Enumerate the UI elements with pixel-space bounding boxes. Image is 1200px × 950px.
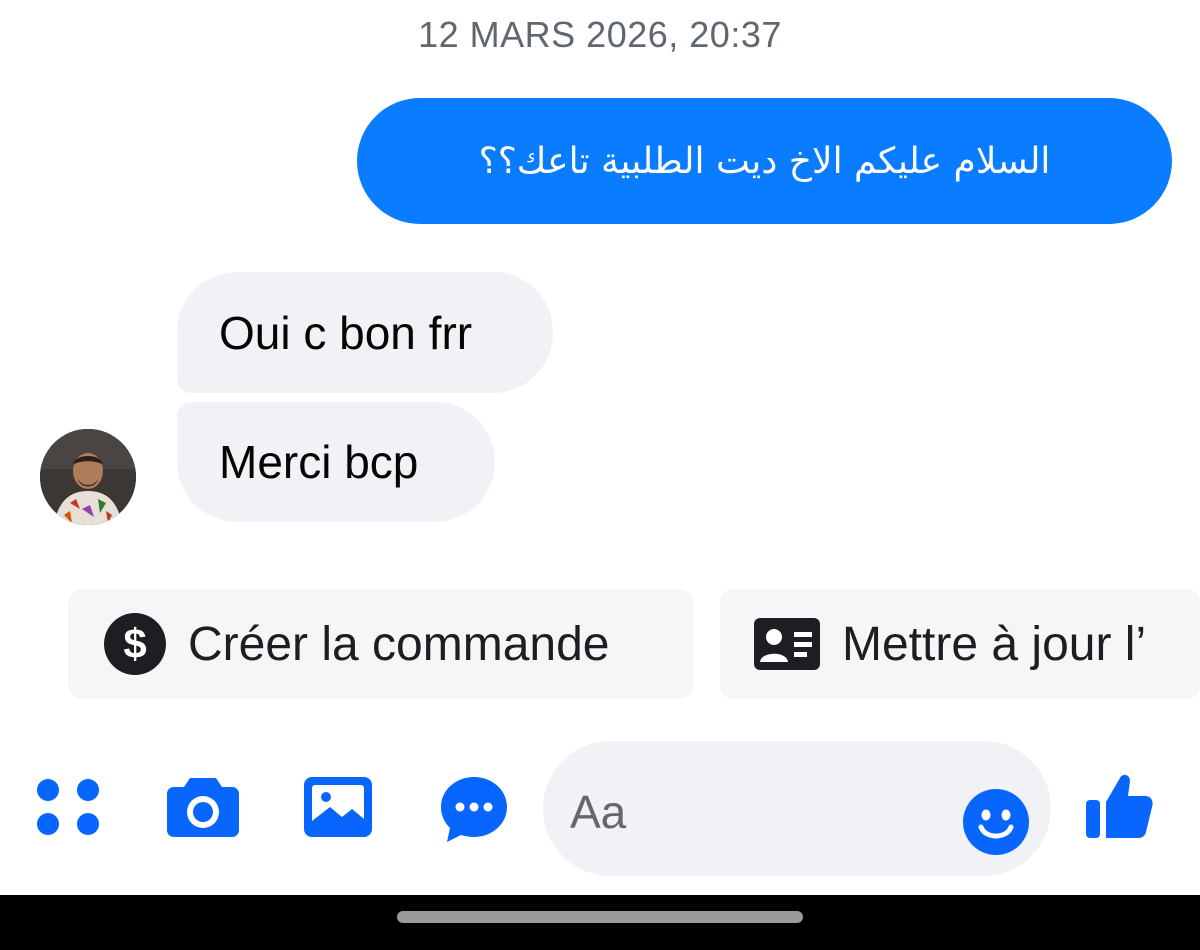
conversation-timestamp: 12 MARS 2026, 20:37 xyxy=(418,14,782,55)
emoji-icon[interactable] xyxy=(963,789,1029,855)
apps-grid-icon[interactable] xyxy=(36,777,100,837)
create-order-label: Créer la commande xyxy=(188,617,610,671)
incoming-message-bubble[interactable]: Merci bcp xyxy=(177,402,495,522)
update-contact-button[interactable]: Mettre à jour l’ xyxy=(720,589,1200,699)
message-input[interactable]: Aa xyxy=(543,741,1051,876)
thumbs-up-icon[interactable] xyxy=(1084,770,1154,840)
svg-text:$: $ xyxy=(123,620,146,667)
dollar-circle-icon: $ xyxy=(104,613,166,675)
contact-avatar[interactable] xyxy=(40,429,136,525)
chat-bubble-icon[interactable] xyxy=(439,775,509,843)
update-contact-label: Mettre à jour l’ xyxy=(842,617,1147,671)
system-navigation-bar xyxy=(0,895,1200,950)
message-input-placeholder: Aa xyxy=(570,786,627,838)
incoming-message-bubble[interactable]: Oui c bon frr xyxy=(177,272,553,393)
outgoing-message-bubble[interactable]: السلام عليكم الاخ ديت الطلبية تاعك؟؟ xyxy=(357,98,1172,224)
avatar-photo xyxy=(40,429,136,525)
create-order-button[interactable]: $ Créer la commande xyxy=(68,589,693,699)
camera-icon[interactable] xyxy=(166,774,240,838)
image-gallery-icon[interactable] xyxy=(304,777,372,837)
contact-card-icon xyxy=(754,618,820,670)
home-indicator[interactable] xyxy=(397,911,803,923)
